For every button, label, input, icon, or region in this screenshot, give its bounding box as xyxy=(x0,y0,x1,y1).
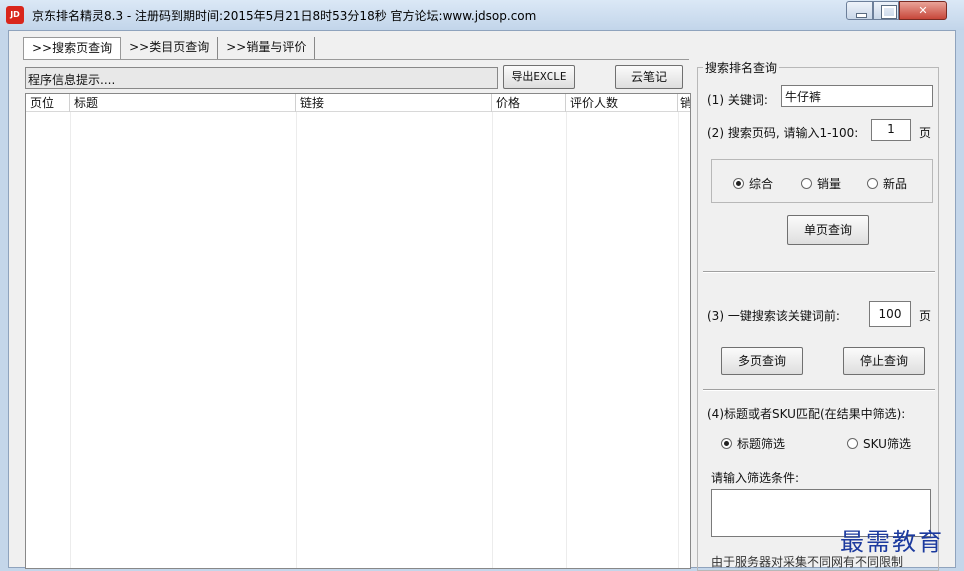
tab-bar: >>搜索页查询 >>类目页查询 >>销量与评价 xyxy=(23,37,316,59)
keyword-label: (1) 关键词: xyxy=(707,93,768,107)
radio-empty-icon xyxy=(847,438,858,449)
page-number-label: (2) 搜索页码, 请输入1-100: xyxy=(707,126,859,140)
tab-divider xyxy=(23,59,689,60)
page-number-input[interactable]: 1 xyxy=(871,119,911,141)
radio-empty-icon xyxy=(867,178,878,189)
tab-search-page[interactable]: >>搜索页查询 xyxy=(23,37,122,59)
column-divider xyxy=(492,112,493,568)
filter-radio-title[interactable]: 标题筛选 xyxy=(721,435,785,452)
filter-radio-label: SKU筛选 xyxy=(863,437,911,451)
column-divider xyxy=(296,112,297,568)
radio-selected-icon xyxy=(721,438,732,449)
multi-page-query-button[interactable]: 多页查询 xyxy=(721,347,803,375)
column-divider xyxy=(566,112,567,568)
watermark-text: 最需教育 xyxy=(840,528,944,556)
radio-selected-icon xyxy=(733,178,744,189)
window-title: 京东排名精灵8.3 - 注册码到期时间:2015年5月21日8时53分18秒 官… xyxy=(32,9,537,23)
title-bar: JD 京东排名精灵8.3 - 注册码到期时间:2015年5月21日8时53分18… xyxy=(0,0,964,30)
column-divider xyxy=(678,112,679,568)
search-rank-legend: 搜索排名查询 xyxy=(703,59,780,76)
column-header-review-count[interactable]: 评价人数 xyxy=(566,94,678,112)
filter-label: (4)标题或者SKU匹配(在结果中筛选): xyxy=(707,407,906,421)
stop-query-button[interactable]: 停止查询 xyxy=(843,347,925,375)
minimize-button[interactable] xyxy=(846,1,873,20)
column-header-link[interactable]: 链接 xyxy=(296,94,492,112)
sort-radio-label: 综合 xyxy=(749,177,774,191)
sort-radio-comprehensive[interactable]: 综合 xyxy=(733,175,773,192)
sort-radio-label: 销量 xyxy=(817,177,842,191)
separator xyxy=(703,271,935,273)
page-unit-label: 页 xyxy=(919,126,932,140)
column-header-title[interactable]: 标题 xyxy=(70,94,296,112)
maximize-button[interactable] xyxy=(873,1,899,20)
multi-page-count-input[interactable]: 100 xyxy=(869,301,911,327)
filter-radio-label: 标题筛选 xyxy=(737,437,786,451)
sort-radio-sales[interactable]: 销量 xyxy=(801,175,841,192)
close-icon: ✕ xyxy=(918,4,928,17)
keyword-input[interactable]: 牛仔裤 xyxy=(781,85,933,107)
multi-page-unit-label: 页 xyxy=(919,309,932,323)
results-table[interactable]: 页位 标题 链接 价格 评价人数 销 xyxy=(25,93,691,569)
filter-prompt-label: 请输入筛选条件: xyxy=(711,471,800,485)
close-button[interactable]: ✕ xyxy=(899,1,947,20)
cloud-notes-button[interactable]: 云笔记 xyxy=(615,65,683,89)
column-divider xyxy=(70,112,71,568)
tab-category-page[interactable]: >>类目页查询 xyxy=(121,37,219,59)
multi-page-label: (3) 一键搜索该关键词前: xyxy=(707,309,840,323)
sort-radio-label: 新品 xyxy=(883,177,908,191)
radio-empty-icon xyxy=(801,178,812,189)
sort-radio-new[interactable]: 新品 xyxy=(867,175,907,192)
separator xyxy=(703,389,935,391)
column-header-sales[interactable]: 销 xyxy=(678,94,690,112)
export-excel-button[interactable]: 导出EXCLE xyxy=(503,65,575,89)
column-header-price[interactable]: 价格 xyxy=(492,94,566,112)
main-window: >>搜索页查询 >>类目页查询 >>销量与评价 程序信息提示.... 导出EXC… xyxy=(8,30,956,571)
column-header-rank[interactable]: 页位 xyxy=(26,94,70,112)
tab-sales-reviews[interactable]: >>销量与评价 xyxy=(218,37,316,59)
status-text: 程序信息提示.... xyxy=(25,67,498,89)
app-icon: JD xyxy=(6,6,24,24)
filter-radio-sku[interactable]: SKU筛选 xyxy=(847,435,911,452)
single-page-query-button[interactable]: 单页查询 xyxy=(787,215,869,245)
table-header: 页位 标题 链接 价格 评价人数 销 xyxy=(26,94,690,112)
